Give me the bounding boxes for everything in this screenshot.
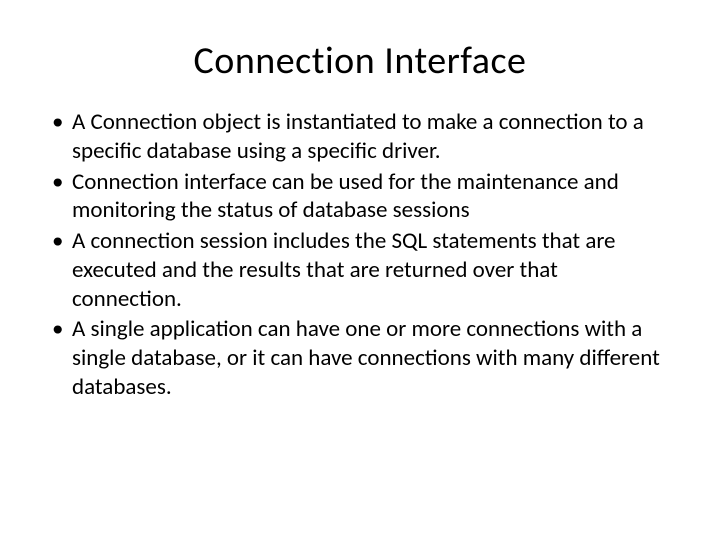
bullet-list: A Connection object is instantiated to m… bbox=[50, 108, 670, 402]
slide: Connection Interface A Connection object… bbox=[0, 0, 720, 540]
list-item: Connection interface can be used for the… bbox=[50, 168, 670, 226]
list-item: A single application can have one or mor… bbox=[50, 315, 670, 401]
list-item: A Connection object is instantiated to m… bbox=[50, 108, 670, 166]
slide-title: Connection Interface bbox=[50, 38, 670, 84]
list-item: A connection session includes the SQL st… bbox=[50, 227, 670, 313]
